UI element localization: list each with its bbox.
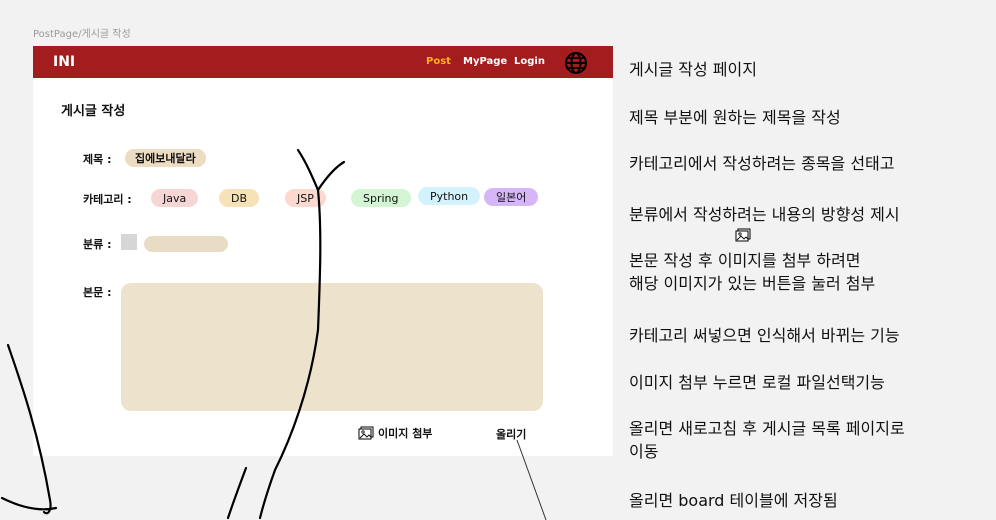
attach-image-label: 이미지 첨부 — [378, 427, 433, 440]
image-icon — [735, 228, 751, 242]
frame-label: PostPage/게시글 작성 — [33, 29, 131, 40]
note-line: 이동 — [629, 442, 659, 461]
nav-mypage[interactable]: MyPage — [463, 56, 507, 67]
note-line: 분류에서 작성하려는 내용의 방향성 제시 — [629, 205, 900, 224]
nav-login[interactable]: Login — [514, 56, 545, 67]
classification-input[interactable] — [144, 236, 228, 252]
title-label: 제목 : — [83, 153, 112, 166]
nav-post[interactable]: Post — [426, 56, 451, 67]
note-line: 이미지 첨부 누르면 로컬 파일선택기능 — [629, 373, 885, 392]
category-java[interactable]: Java — [151, 189, 199, 207]
brand-logo[interactable]: INI — [53, 54, 75, 70]
post-page-frame: INI Post MyPage Login 게시글 작성 제목 : 집에보내달라… — [33, 46, 613, 456]
note-line: 올리면 새로고침 후 게시글 목록 페이지로 — [629, 419, 905, 438]
globe-icon[interactable] — [564, 51, 588, 75]
category-python[interactable]: Python — [418, 187, 481, 205]
classification-checkbox[interactable] — [121, 234, 137, 250]
image-icon — [358, 426, 374, 440]
upload-button[interactable]: 올리기 — [496, 426, 526, 442]
scribble-stroke — [226, 466, 248, 520]
body-textarea[interactable] — [121, 283, 543, 411]
body-label: 본문 : — [83, 286, 112, 299]
attach-image-button[interactable]: 이미지 첨부 — [358, 425, 432, 441]
note-line: 제목 부분에 원하는 제목을 작성 — [629, 108, 841, 127]
title-input[interactable]: 집에보내달라 — [125, 149, 206, 167]
top-navbar: INI Post MyPage Login — [33, 46, 613, 78]
category-db[interactable]: DB — [219, 189, 260, 207]
note-line: 카테고리에서 작성하려는 종목을 선태고 — [629, 154, 895, 173]
note-line: 해당 이미지가 있는 버튼을 눌러 첨부 — [629, 274, 876, 293]
note-line: 본문 작성 후 이미지를 첨부 하려면 — [629, 251, 861, 270]
category-spring[interactable]: Spring — [351, 189, 411, 207]
category-japanese[interactable]: 일본어 — [484, 188, 539, 206]
note-line: 게시글 작성 페이지 — [629, 60, 757, 79]
category-label: 카테고리 : — [83, 193, 132, 206]
page-title: 게시글 작성 — [61, 104, 126, 119]
classification-label: 분류 : — [83, 238, 112, 251]
category-jsp[interactable]: JSP — [285, 189, 326, 207]
note-line: 카테고리 써넣으면 인식해서 바뀌는 기능 — [629, 326, 900, 345]
note-line: 올리면 board 테이블에 저장됨 — [629, 491, 838, 510]
